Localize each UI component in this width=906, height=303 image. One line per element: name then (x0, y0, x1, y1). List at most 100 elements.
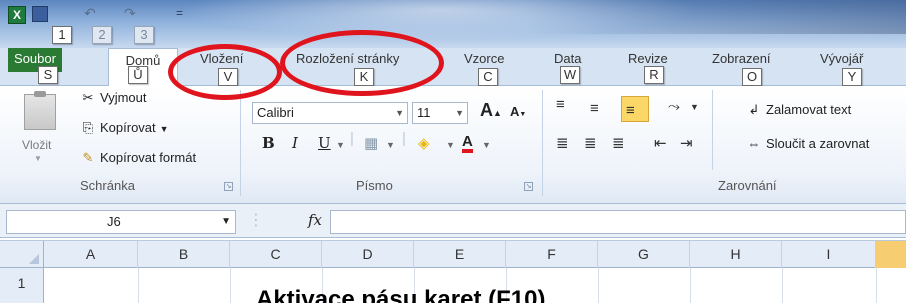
format-painter-label: Kopírovat formát (100, 150, 197, 165)
paste-dropdown-icon[interactable]: ▼ (34, 154, 42, 163)
orientation-icon[interactable]: ⤳ (668, 98, 680, 115)
font-launcher-icon[interactable]: ↘ (524, 182, 533, 191)
cut-button[interactable]: ✂ Vyjmout (80, 90, 147, 106)
ribbon-home: Vložit ▼ ✂ Vyjmout ⎘ Kopírovat ▼ ✎ Kopírovat… (0, 86, 906, 204)
gridline (230, 268, 231, 303)
italic-button[interactable]: I (292, 134, 298, 152)
tab-data[interactable]: Data (554, 51, 581, 66)
underline-dropdown-icon[interactable]: ▼ (336, 140, 345, 150)
shrink-font-label: A (510, 104, 520, 119)
align-right-icon[interactable]: ≣ (612, 134, 625, 152)
annotation-circle-page-layout (280, 30, 444, 96)
gridline (138, 268, 139, 303)
align-left-icon[interactable]: ≣ (556, 134, 569, 152)
align-middle-icon[interactable]: ≡ (590, 100, 599, 117)
wrap-text-label: Zalamovat text (766, 102, 852, 117)
keytip-review: R (644, 66, 664, 84)
wrap-text-icon: ↲ (748, 102, 760, 117)
bold-button[interactable]: B (262, 134, 275, 152)
formula-input[interactable] (330, 210, 906, 234)
column-header-row: A B C D E F G H I (0, 240, 906, 268)
shrink-font-button[interactable]: A▼ (510, 104, 526, 119)
name-box[interactable]: J6 ▼ (6, 210, 236, 234)
decrease-indent-icon[interactable]: ⇤ (654, 134, 667, 152)
orientation-dropdown-icon[interactable]: ▼ (690, 102, 699, 112)
formula-bar-grip-icon[interactable]: ⋮ (248, 210, 264, 234)
paste-button[interactable]: Vložit (22, 138, 51, 152)
keytip-qat-3: 3 (134, 26, 154, 44)
align-bottom-icon[interactable]: ≡ (626, 102, 635, 119)
fill-color-icon[interactable]: ◈ (418, 134, 430, 152)
format-painter-button[interactable]: ✎ Kopírovat formát (80, 150, 197, 166)
font-name-dropdown-icon[interactable]: ▼ (395, 103, 404, 123)
keytip-formulas: C (478, 68, 498, 86)
clipboard-launcher-icon[interactable]: ↘ (224, 182, 233, 191)
insert-function-button[interactable]: fx (308, 211, 322, 229)
keytip-qat-2: 2 (92, 26, 112, 44)
column-header-b[interactable]: B (138, 241, 230, 268)
font-size-value: 11 (417, 105, 431, 120)
paintbrush-icon: ✎ (82, 150, 94, 165)
column-header-c[interactable]: C (230, 241, 322, 268)
save-icon[interactable] (32, 6, 48, 22)
copy-icon: ⎘ (82, 120, 94, 135)
tab-formulas[interactable]: Vzorce (464, 51, 504, 66)
font-size-combo[interactable]: 11 ▼ (412, 102, 468, 124)
tab-developer[interactable]: Vývojář (820, 51, 863, 66)
group-separator (712, 90, 713, 170)
column-header-d[interactable]: D (322, 241, 414, 268)
font-size-dropdown-icon[interactable]: ▼ (455, 103, 464, 123)
column-header-i[interactable]: I (782, 241, 876, 268)
excel-app-icon[interactable]: X (8, 6, 26, 24)
keytip-qat-1: 1 (52, 26, 72, 44)
font-name-combo[interactable]: Calibri ▼ (252, 102, 408, 124)
group-separator (542, 90, 543, 196)
annotation-circle-insert (168, 44, 282, 100)
keytip-view: O (742, 68, 762, 86)
borders-dropdown-icon[interactable]: ▼ (386, 140, 395, 150)
redo-icon[interactable]: ↷ (124, 6, 140, 22)
column-header-h[interactable]: H (690, 241, 782, 268)
ribbon-tabs: Soubor Domů Vložení Rozložení stránky Vz… (0, 48, 906, 86)
column-header-g[interactable]: G (598, 241, 690, 268)
customize-qat-icon[interactable]: = (176, 6, 192, 22)
column-header-j[interactable] (876, 241, 906, 268)
merge-center-icon: ⇔ (747, 136, 761, 151)
gridline (782, 268, 783, 303)
name-box-value: J6 (107, 214, 121, 229)
merge-center-label: Sloučit a zarovnat (766, 136, 870, 151)
font-color-button[interactable]: A (462, 134, 473, 153)
underline-button[interactable]: U (318, 134, 331, 152)
name-box-dropdown-icon[interactable]: ▼ (221, 211, 231, 233)
grow-font-label: A (480, 100, 493, 120)
scissors-icon: ✂ (82, 90, 94, 105)
row-header-1[interactable]: 1 (0, 268, 44, 303)
wrap-text-button[interactable]: ↲ Zalamovat text (746, 102, 852, 118)
borders-icon[interactable]: ▦ (364, 134, 378, 152)
select-all-button[interactable] (0, 241, 44, 268)
align-top-icon[interactable]: ≡ (556, 96, 565, 113)
copy-button[interactable]: ⎘ Kopírovat ▼ (80, 120, 169, 136)
slide-caption: Aktivace pásu karet (F10) (256, 286, 546, 303)
align-center-icon[interactable]: ≣ (584, 134, 597, 152)
merge-center-button[interactable]: ⇔ Sloučit a zarovnat (746, 136, 870, 151)
gridline (876, 268, 877, 303)
increase-indent-icon[interactable]: ⇥ (680, 134, 693, 152)
column-header-f[interactable]: F (506, 241, 598, 268)
undo-icon[interactable]: ↶ (84, 6, 100, 22)
tab-review[interactable]: Revize (628, 51, 668, 66)
column-header-e[interactable]: E (414, 241, 506, 268)
column-header-a[interactable]: A (44, 241, 138, 268)
tab-view[interactable]: Zobrazení (712, 51, 771, 66)
copy-label: Kopírovat (100, 120, 156, 135)
grow-font-button[interactable]: A▲ (480, 100, 502, 121)
keytip-home: Ů (128, 66, 148, 84)
gridline (598, 268, 599, 303)
gridline (690, 268, 691, 303)
group-label-alignment: Zarovnání (718, 178, 777, 193)
font-color-dropdown-icon[interactable]: ▼ (482, 140, 491, 150)
fill-color-dropdown-icon[interactable]: ▼ (446, 140, 455, 150)
keytip-file: S (38, 66, 58, 84)
paste-icon[interactable] (24, 91, 56, 130)
copy-dropdown-icon[interactable]: ▼ (160, 124, 169, 134)
